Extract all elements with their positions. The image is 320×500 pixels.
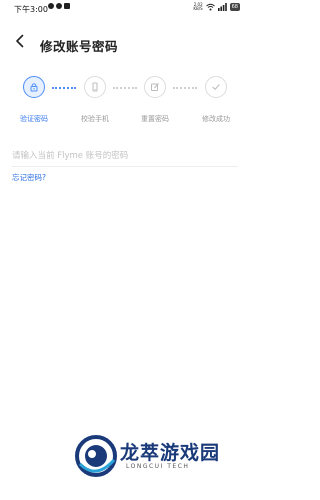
step-4-label: 修改成功 <box>202 115 230 123</box>
step-3-label: 重置密码 <box>141 115 169 123</box>
watermark: 龙萃游戏园 LONGCUI TECH <box>74 434 244 490</box>
edit-icon <box>151 83 159 91</box>
lock-icon <box>30 83 38 92</box>
step-connector-1 <box>52 87 76 91</box>
watermark-name-en: LONGCUI TECH <box>126 463 190 470</box>
input-underline <box>12 166 238 167</box>
current-password-input[interactable] <box>12 148 238 164</box>
forgot-password-link[interactable]: 忘记密码? <box>12 172 46 183</box>
notification-icons <box>48 3 70 9</box>
status-right: 2.02 KB/S 68 <box>193 3 240 11</box>
battery-icon: 68 <box>229 3 240 11</box>
step-3-circle <box>144 76 166 98</box>
wifi-icon <box>205 3 215 11</box>
page-title: 修改账号密码 <box>40 39 119 54</box>
progress-stepper: 验证密码 校验手机 重置密码 修改成功 <box>0 76 250 136</box>
step-1-circle <box>23 76 45 98</box>
step-connector-2 <box>113 87 137 91</box>
step-2-label: 校验手机 <box>81 115 109 123</box>
network-speed: 2.02 KB/S <box>193 2 203 11</box>
moon-icon <box>48 3 54 9</box>
step-4-circle <box>205 76 227 98</box>
step-2-circle <box>84 76 106 98</box>
phone-icon <box>92 82 98 92</box>
step-connector-3 <box>173 87 197 91</box>
watermark-name-cn: 龙萃游戏园 <box>120 442 221 464</box>
dragon-logo-icon <box>75 435 117 477</box>
signal-icon <box>217 3 227 11</box>
back-arrow-icon[interactable] <box>12 33 28 49</box>
check-icon <box>212 84 220 90</box>
header: 修改账号密码 <box>0 28 250 58</box>
app-notification-icon <box>56 3 62 9</box>
step-1-label: 验证密码 <box>20 115 48 123</box>
status-time: 下午3:00 <box>14 5 48 14</box>
gallery-icon <box>64 3 70 9</box>
status-bar: 下午3:00 2.02 KB/S 68 <box>0 0 250 20</box>
